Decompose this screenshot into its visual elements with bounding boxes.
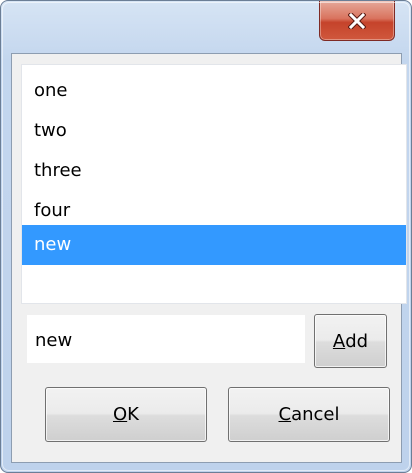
list-item[interactable]: two <box>22 111 406 151</box>
list-item-selected[interactable]: new <box>22 225 406 265</box>
dialog-window: one two three four new Add OK Cancel <box>0 0 412 473</box>
ok-button[interactable]: OK <box>45 387 207 442</box>
cancel-button-label: ancel <box>291 404 340 425</box>
add-button-mnemonic: A <box>332 330 346 352</box>
add-button[interactable]: Add <box>314 314 387 368</box>
cancel-button[interactable]: Cancel <box>228 387 390 442</box>
ok-button-mnemonic: O <box>113 404 128 425</box>
cancel-button-mnemonic: C <box>278 404 292 425</box>
ok-button-label: K <box>127 404 139 425</box>
close-icon <box>348 12 366 29</box>
list-item[interactable]: three <box>22 151 406 191</box>
add-button-label: dd <box>345 330 369 352</box>
close-button[interactable] <box>319 1 395 41</box>
items-listbox[interactable]: one two three four new <box>21 64 407 304</box>
new-item-input[interactable] <box>27 315 305 363</box>
list-item[interactable]: one <box>22 71 406 111</box>
